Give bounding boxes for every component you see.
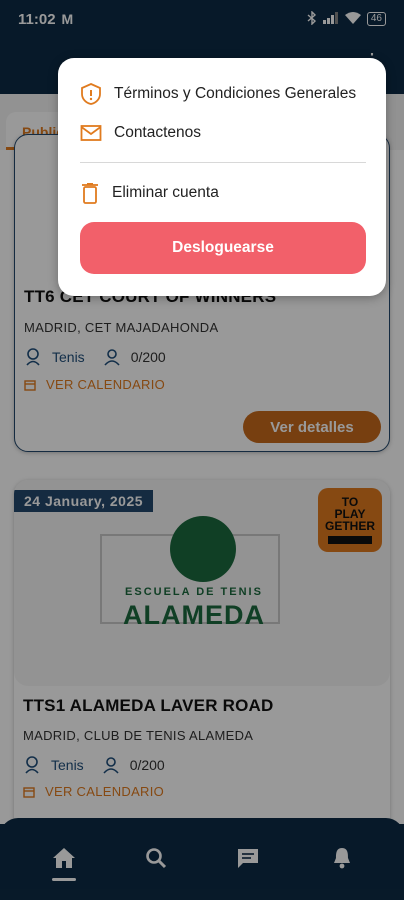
account-menu: Términos y Condiciones Generales Contact…: [58, 58, 386, 296]
terms-menu-item[interactable]: Términos y Condiciones Generales: [80, 82, 356, 106]
contact-label: Contactenos: [114, 124, 202, 141]
contact-menu-item[interactable]: Contactenos: [80, 124, 201, 142]
logout-button[interactable]: Desloguearse: [80, 222, 366, 274]
terms-label: Términos y Condiciones Generales: [114, 85, 357, 102]
delete-account-menu-item[interactable]: Eliminar cuenta: [80, 182, 219, 204]
shield-icon: [81, 83, 101, 105]
mail-icon: [80, 125, 102, 141]
delete-account-label: Eliminar cuenta: [112, 184, 219, 201]
menu-divider: [80, 162, 366, 163]
trash-icon: [82, 183, 98, 204]
